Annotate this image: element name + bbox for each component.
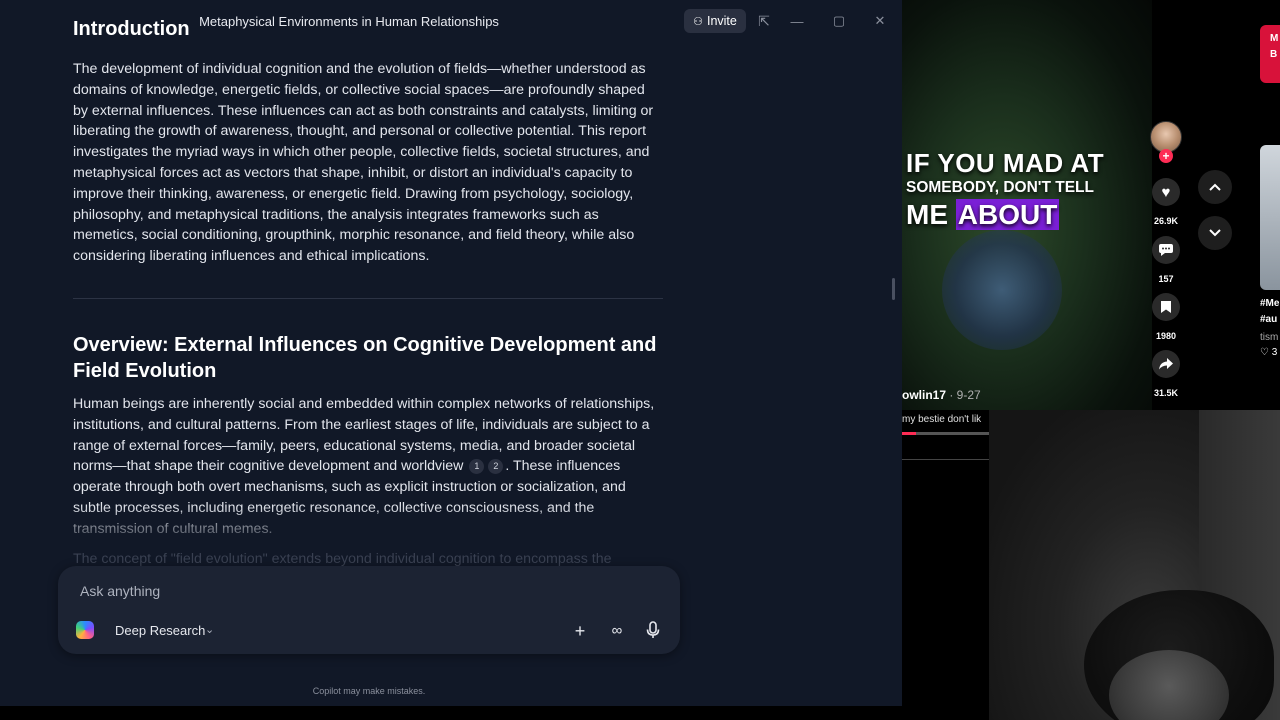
video-progress-fill bbox=[902, 432, 917, 435]
post-date: · 9-27 bbox=[946, 388, 981, 402]
caption-word: ME bbox=[906, 199, 956, 230]
window-title: Metaphysical Environments in Human Relat… bbox=[199, 14, 499, 29]
scrollbar-thumb[interactable] bbox=[892, 278, 895, 300]
minimize-button[interactable]: — bbox=[788, 12, 806, 30]
side-username[interactable]: tism bbox=[1260, 332, 1278, 343]
invite-label: Invite bbox=[706, 14, 737, 28]
video-sky bbox=[942, 230, 1062, 350]
heart-icon[interactable]: ♥ bbox=[1152, 178, 1180, 206]
microphone-glyph bbox=[646, 621, 660, 638]
divider-line bbox=[902, 459, 990, 460]
webcam-overlay bbox=[989, 410, 1280, 720]
side-likes: ♡ 3 bbox=[1260, 347, 1278, 358]
previous-video-button[interactable] bbox=[1198, 170, 1232, 204]
video-caption: IF YOU MAD AT SOMEBODY, DON'T TELL ME AB… bbox=[906, 148, 1104, 232]
bookmark-icon[interactable] bbox=[1152, 293, 1180, 321]
mode-selector[interactable]: Deep Research bbox=[115, 623, 205, 638]
section-divider bbox=[73, 298, 663, 299]
people-icon: ⚇ bbox=[693, 15, 703, 28]
likes-count: 26.9K bbox=[1153, 216, 1179, 226]
copilot-logo-icon bbox=[76, 621, 94, 639]
video-description: my bestie don't lik bbox=[902, 414, 982, 425]
author-username[interactable]: owlin17 bbox=[902, 388, 946, 402]
title-bar: Metaphysical Environments in Human Relat… bbox=[0, 0, 902, 42]
side-live-badge[interactable]: M B bbox=[1260, 25, 1280, 83]
saves-count: 1980 bbox=[1155, 331, 1177, 341]
caption-line-1: IF YOU MAD AT bbox=[906, 148, 1105, 178]
citation-badge[interactable]: 1 bbox=[469, 459, 485, 475]
chat-composer: Ask anything Deep Research ⌄ + ∞ bbox=[58, 566, 680, 654]
comments-count: 157 bbox=[1158, 274, 1174, 284]
copilot-window: Metaphysical Environments in Human Relat… bbox=[0, 0, 902, 706]
shares-count: 31.5K bbox=[1153, 388, 1179, 398]
screen: Metaphysical Environments in Human Relat… bbox=[0, 0, 1280, 720]
microphone-icon[interactable] bbox=[643, 621, 663, 641]
side-tag[interactable]: #Me bbox=[1260, 298, 1279, 309]
next-video-button[interactable] bbox=[1198, 216, 1232, 250]
ask-input[interactable]: Ask anything bbox=[80, 583, 160, 599]
video-author[interactable]: owlin17 · 9-27 bbox=[902, 388, 981, 402]
video-progress-bar[interactable] bbox=[902, 432, 990, 435]
chevron-down-icon bbox=[1209, 229, 1221, 237]
share-icon[interactable] bbox=[1152, 350, 1180, 378]
caption-highlight: ABOUT bbox=[955, 199, 1060, 230]
disclaimer-note: Copilot may make mistakes. bbox=[312, 686, 426, 696]
caption-line-3: ME ABOUT bbox=[906, 198, 1104, 232]
share-glyph bbox=[1159, 358, 1173, 370]
caption-line-2: SOMEBODY, DON'T TELL bbox=[906, 179, 1094, 196]
overview-heading: Overview: External Influences on Cogniti… bbox=[73, 334, 657, 382]
vision-glasses-icon[interactable]: ∞ bbox=[607, 621, 627, 641]
bookmark-glyph bbox=[1161, 301, 1171, 313]
maximize-button[interactable]: ▢ bbox=[830, 12, 848, 30]
citation-badge[interactable]: 2 bbox=[488, 459, 504, 475]
chevron-up-icon bbox=[1209, 183, 1221, 191]
side-tag[interactable]: #au bbox=[1260, 314, 1277, 325]
close-button[interactable]: ✕ bbox=[871, 12, 889, 30]
follow-plus-icon[interactable]: + bbox=[1159, 149, 1173, 163]
comment-glyph bbox=[1159, 244, 1173, 256]
side-video-preview[interactable] bbox=[1260, 145, 1280, 290]
intro-paragraph: The development of individual cognition … bbox=[73, 61, 654, 265]
video-player[interactable]: IF YOU MAD AT SOMEBODY, DON'T TELL ME AB… bbox=[902, 0, 1152, 410]
add-icon[interactable]: + bbox=[570, 621, 590, 641]
popout-icon[interactable]: ⇱ bbox=[755, 12, 773, 30]
chevron-down-icon[interactable]: ⌄ bbox=[205, 623, 214, 636]
invite-button[interactable]: ⚇ Invite bbox=[684, 9, 746, 33]
comment-icon[interactable] bbox=[1152, 236, 1180, 264]
